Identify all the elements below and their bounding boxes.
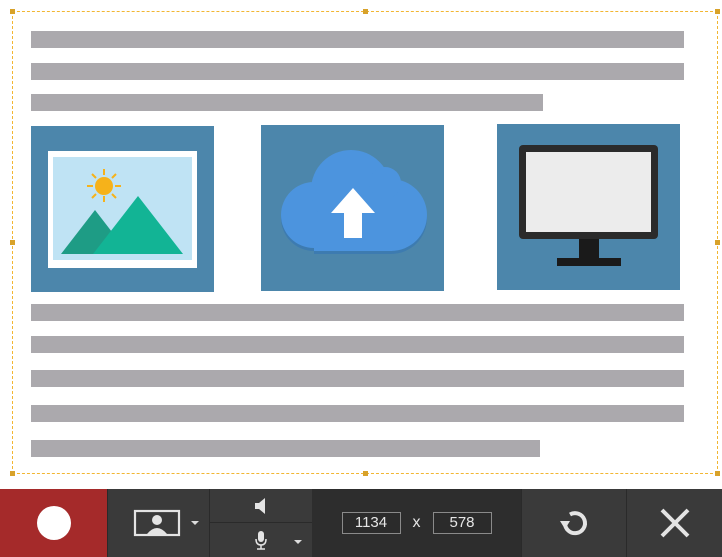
- audio-controls: [209, 489, 312, 557]
- resize-handle-middle-right[interactable]: [715, 240, 720, 245]
- microphone-icon: [255, 531, 267, 550]
- speaker-icon: [255, 497, 265, 514]
- record-button[interactable]: [0, 489, 107, 557]
- text-placeholder-line: [31, 336, 684, 353]
- text-placeholder-line: [31, 63, 684, 80]
- image-placeholder-tile: [31, 126, 214, 292]
- record-icon: [36, 506, 71, 540]
- monitor-icon: [519, 145, 658, 266]
- dimension-separator: x: [412, 514, 421, 531]
- text-placeholder-line: [31, 304, 684, 321]
- microphone-dropdown-caret-icon[interactable]: [294, 540, 302, 544]
- restart-icon: [560, 511, 587, 536]
- webcam-toggle-button[interactable]: [107, 489, 209, 557]
- cloud-upload-icon: [281, 150, 427, 254]
- cloud-upload-tile: [261, 125, 444, 291]
- resize-handle-bottom-center[interactable]: [363, 471, 368, 476]
- system-audio-toggle[interactable]: [210, 489, 312, 523]
- microphone-toggle[interactable]: [210, 523, 312, 557]
- close-icon: [660, 508, 689, 538]
- monitor-tile: [497, 124, 680, 290]
- text-placeholder-line: [31, 94, 543, 111]
- dimensions-panel: 1134 x 578: [312, 489, 521, 557]
- close-button[interactable]: [626, 489, 722, 557]
- webcam-person-icon: [133, 509, 180, 537]
- recording-toolbar: 1134 x 578: [0, 489, 722, 557]
- capture-stage: 1134 x 578: [0, 0, 722, 557]
- landscape-picture-icon: [48, 151, 197, 268]
- text-placeholder-line: [31, 405, 684, 422]
- resize-handle-top-left[interactable]: [10, 9, 15, 14]
- resize-handle-bottom-right[interactable]: [715, 471, 720, 476]
- resize-handle-middle-left[interactable]: [10, 240, 15, 245]
- resize-handle-top-right[interactable]: [715, 9, 720, 14]
- width-input[interactable]: 1134: [341, 512, 401, 534]
- resize-handle-top-center[interactable]: [363, 9, 368, 14]
- text-placeholder-line: [31, 440, 540, 457]
- height-input[interactable]: 578: [432, 512, 492, 534]
- webcam-dropdown-caret-icon[interactable]: [191, 521, 199, 525]
- text-placeholder-line: [31, 31, 684, 48]
- restart-button[interactable]: [521, 489, 626, 557]
- resize-handle-bottom-left[interactable]: [10, 471, 15, 476]
- text-placeholder-line: [31, 370, 684, 387]
